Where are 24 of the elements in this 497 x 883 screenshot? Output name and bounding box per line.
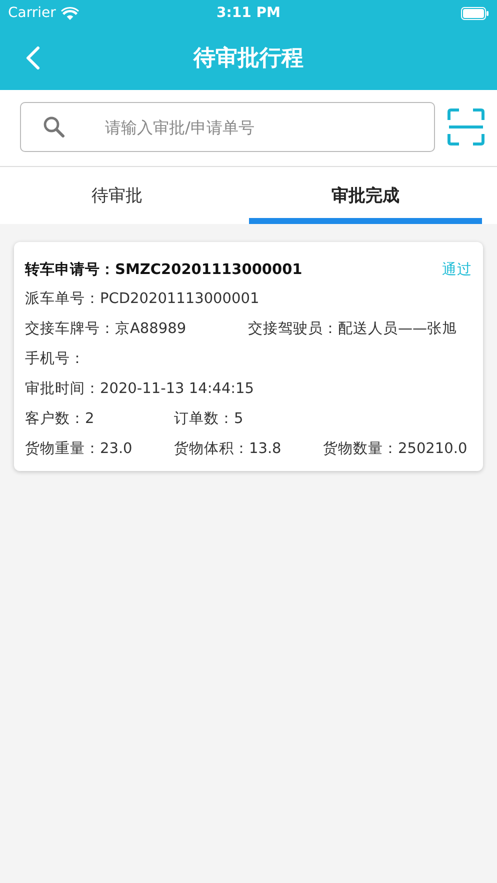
carrier-label: Carrier [8,5,56,21]
page-title: 待审批行程 [194,44,304,73]
status-time: 3:11 PM [216,5,282,21]
back-icon[interactable] [26,46,40,70]
info-field: 派车单号：PCD20201113000001 [25,289,260,309]
info-field: 货物重量：23.0 [25,439,174,459]
info-field: 客户数：2 [25,409,174,429]
info-field: 交接车牌号：京A88989 [25,319,248,339]
info-field: 货物体积：13.8 [174,439,323,459]
tab[interactable]: 审批完成 [248,167,482,224]
info-field: 订单数：5 [174,409,323,429]
trip-card[interactable]: 转车申请号：SMZC20201113000001 通过 派车单号：PCD20201113000001 交接车牌号：京A88989 交接驾驶员：配送人员——张旭 手机号： 审批时间：2020-11-13 14:44:15 客户数：2 订单数：5 货物重量：23.0 货物体积：13.8 货物数量：250210.0 [14,242,483,471]
scan-icon[interactable] [447,108,485,146]
search-icon [43,116,65,138]
info-field: 手机号： [25,349,85,369]
tab[interactable]: 待审批 [0,167,234,224]
battery-icon [461,6,489,20]
info-field: 货物数量：250210.0 [323,439,472,459]
search-field[interactable]: 请输入审批/申请单号 [20,102,435,152]
info-field: 审批时间：2020-11-13 14:44:15 [25,379,254,399]
approval-status: 通过 [442,261,472,279]
application-number: 转车申请号：SMZC20201113000001 [25,260,302,279]
wifi-icon [60,6,79,20]
info-field: 交接驾驶员：配送人员——张旭 [248,319,457,339]
